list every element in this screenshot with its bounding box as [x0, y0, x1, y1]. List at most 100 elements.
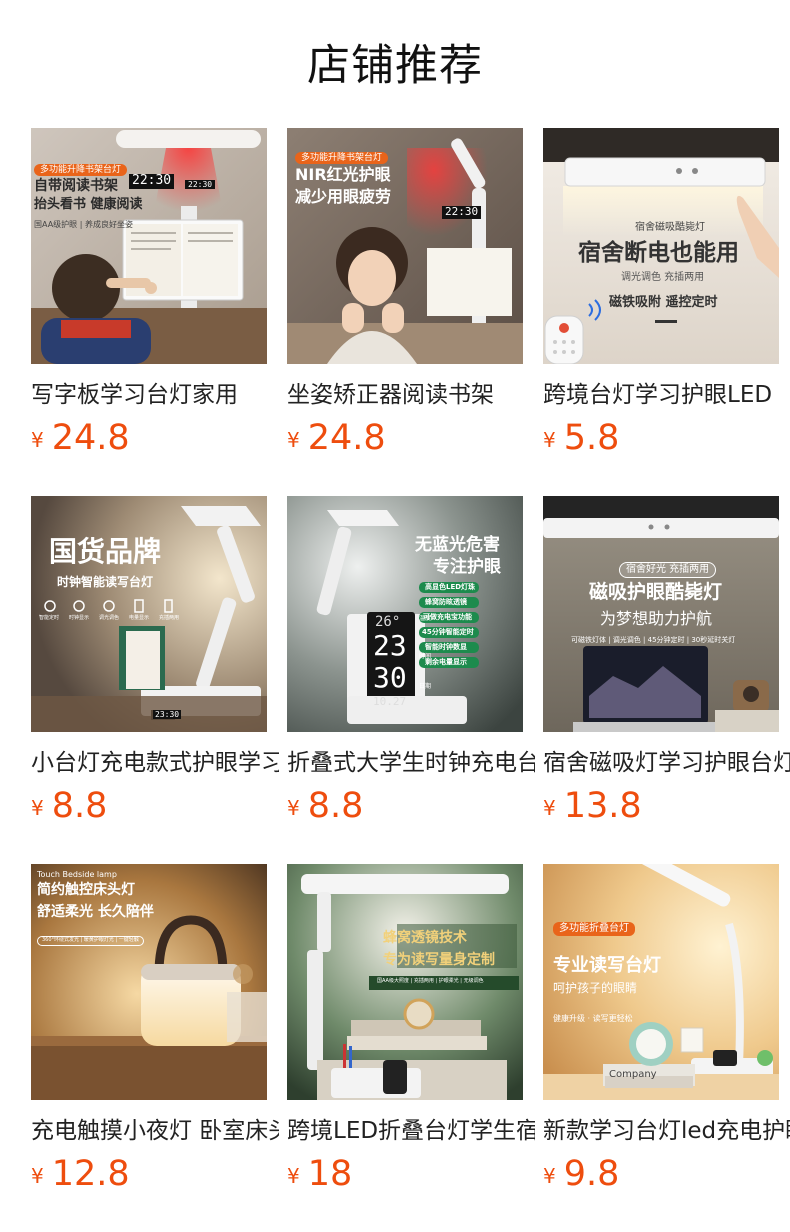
feature-badge: 剩余电量显示 [425, 658, 467, 666]
product-image[interactable]: 国货品牌 时钟智能读写台灯 智能定时 时钟显示 调光调色 电量显示 充插两用 2… [31, 496, 267, 732]
price-value: 24.8 [51, 418, 130, 458]
product-card[interactable]: Touch Bedside lamp 简约触控床头灯 舒适柔光 长久陪伴 360… [31, 864, 279, 1194]
product-image[interactable]: 宿舍好光 充插两用 磁吸护眼酷毙灯 为梦想助力护航 可磁铁灯体 | 调光调色 |… [543, 496, 779, 732]
currency-symbol: ¥ [287, 796, 300, 820]
product-name[interactable]: 写字板学习台灯家用 [31, 378, 279, 412]
side-label: 温度 [419, 615, 432, 622]
image-headline: 无蓝光危害 [415, 535, 500, 555]
product-price: ¥18 [287, 1152, 352, 1196]
image-subheadline: 专注护眼 [433, 557, 501, 577]
feature-label: 调光调色 [99, 615, 120, 621]
image-tag: 多功能折叠台灯 [553, 922, 635, 936]
feature-label: 智能定时 [39, 615, 60, 621]
image-note: 国AA级大照度 | 充插两用 | 护眼柔光 | 无级调色 [377, 978, 484, 984]
product-name[interactable]: 跨境LED折叠台灯学生宿舍 [287, 1114, 535, 1148]
page-title: 店铺推荐 [307, 41, 483, 91]
image-tag: 多功能升降书架台灯 [34, 164, 128, 177]
image-pill: 宿舍好光 充插两用 [619, 562, 717, 578]
feature-label: 时钟显示 [69, 615, 90, 621]
currency-symbol: ¥ [287, 428, 300, 452]
image-headline: 国货品牌 [49, 535, 162, 568]
image-subheadline: 调光调色 充插两用 [621, 272, 705, 283]
feature-label: 充插两用 [159, 615, 180, 621]
product-card[interactable]: 宿舍好光 充插两用 磁吸护眼酷毙灯 为梦想助力护航 可磁铁灯体 | 调光调色 |… [543, 496, 790, 826]
clock-display: 22:30 [442, 205, 482, 219]
currency-symbol: ¥ [31, 428, 44, 452]
image-subheadline: 专为读写量身定制 [383, 952, 495, 968]
clock-display: 23:30 [153, 710, 182, 720]
image-subheadline: 舒适柔光 长久陪伴 [37, 904, 154, 920]
product-card[interactable]: 宿舍磁吸酷毙灯 宿舍断电也能用 调光调色 充插两用 磁铁吸附 遥控定时 跨境台灯… [543, 128, 779, 458]
price-value: 8.8 [51, 786, 108, 826]
product-card[interactable]: 多功能升降书架台灯 自带阅读书架 抬头看书 健康阅读 国AA级护眼 | 养成良好… [31, 128, 267, 458]
image-headline: 专业读写台灯 [553, 955, 661, 976]
image-subheadline: 抬头看书 健康阅读 [34, 197, 143, 212]
image-tag: 多功能升降书架台灯 [295, 152, 389, 165]
product-name[interactable]: 新款学习台灯led充电护眼 [543, 1114, 790, 1148]
product-card[interactable]: 蜂窝透镜技术 专为读写量身定制 国AA级大照度 | 充插两用 | 护眼柔光 | … [287, 864, 535, 1194]
product-card[interactable]: 多功能折叠台灯 专业读写台灯 呵护孩子的眼睛 健康升级 · 读写更轻松 Comp… [543, 864, 790, 1194]
product-card[interactable]: 国货品牌 时钟智能读写台灯 智能定时 时钟显示 调光调色 电量显示 充插两用 2… [31, 496, 279, 826]
product-card[interactable]: 多功能升降书架台灯 NIR红光护眼 减少用眼疲劳 22:30 坐姿矫正器阅读书架… [287, 128, 523, 458]
feature-badge: 高显色LED灯珠 [425, 583, 476, 591]
image-headline: 蜂窝透镜技术 [383, 930, 467, 946]
product-image[interactable]: 多功能升降书架台灯 自带阅读书架 抬头看书 健康阅读 国AA级护眼 | 养成良好… [31, 128, 267, 364]
image-note: 360°环绕式发光 | 暖黄护眼灯光 | 一键轻触 [37, 936, 144, 946]
image-note: 宿舍磁吸酷毙灯 [635, 222, 705, 233]
price-value: 8.8 [307, 786, 364, 826]
image-headline: NIR红光护眼 [295, 165, 391, 184]
clock-minute: 30 [373, 661, 407, 694]
image-footline: 磁铁吸附 遥控定时 [609, 295, 718, 310]
product-image[interactable]: 宿舍磁吸酷毙灯 宿舍断电也能用 调光调色 充插两用 磁铁吸附 遥控定时 [543, 128, 779, 364]
product-price: ¥24.8 [287, 416, 386, 460]
image-headline: 简约触控床头灯 [37, 882, 135, 898]
clock-hour: 23 [373, 629, 407, 662]
store-recommendations-page: 店铺推荐 多功能升降书架台灯 自带阅读书架 抬头看书 健康阅读 国AA级护眼 |… [0, 0, 790, 1232]
image-subheadline: 为梦想助力护航 [600, 609, 713, 628]
image-note: 健康升级 · 读写更轻松 [553, 1014, 633, 1023]
price-value: 13.8 [563, 786, 642, 826]
product-name[interactable]: 坐姿矫正器阅读书架 [287, 378, 535, 412]
feature-badge: 蜂窝防眩透镜 [425, 598, 467, 606]
currency-symbol: ¥ [31, 1164, 44, 1188]
currency-symbol: ¥ [31, 796, 44, 820]
price-value: 12.8 [51, 1154, 130, 1194]
image-headline: 自带阅读书架 [34, 178, 118, 194]
product-name[interactable]: 折叠式大学生时钟充电台灯 [287, 746, 535, 780]
product-name[interactable]: 小台灯充电款式护眼学习 [31, 746, 279, 780]
product-price: ¥9.8 [543, 1152, 619, 1196]
bedside-night-light-photo [31, 864, 267, 1100]
product-price: ¥24.8 [31, 416, 130, 460]
product-price: ¥8.8 [31, 784, 107, 828]
product-name[interactable]: 跨境台灯学习护眼LED [543, 378, 790, 412]
product-image[interactable]: 多功能升降书架台灯 NIR红光护眼 减少用眼疲劳 22:30 [287, 128, 523, 364]
image-headline: 宿舍断电也能用 [578, 240, 739, 266]
image-subheadline: 呵护孩子的眼睛 [553, 981, 638, 995]
product-image[interactable]: 无蓝光危害 专注护眼 高显色LED灯珠 蜂窝防眩透镜 可做充电宝功能 45分钟智… [287, 496, 523, 732]
clock-display-small: 22:30 [185, 180, 216, 190]
image-tiny-caption: Touch Bedside lamp [37, 870, 117, 879]
feature-label: 电量显示 [129, 615, 150, 621]
folding-clock-lamp-photo [31, 496, 267, 732]
side-label: 时间 [419, 653, 432, 660]
side-label: 日期 [419, 683, 432, 690]
product-name[interactable]: 宿舍磁吸灯学习护眼台灯 [543, 746, 790, 780]
price-value: 9.8 [563, 1154, 620, 1194]
price-value: 18 [307, 1154, 353, 1194]
price-value: 5.8 [563, 418, 620, 458]
image-headline: 磁吸护眼酷毙灯 [589, 581, 723, 603]
currency-symbol: ¥ [287, 1164, 300, 1188]
image-note: 可磁铁灯体 | 调光调色 | 45分钟定时 | 30秒延时关灯 [571, 636, 736, 644]
product-name[interactable]: 充电触摸小夜灯 卧室床头 [31, 1114, 279, 1148]
product-image[interactable]: 蜂窝透镜技术 专为读写量身定制 国AA级大照度 | 充插两用 | 护眼柔光 | … [287, 864, 523, 1100]
product-image[interactable]: 多功能折叠台灯 专业读写台灯 呵护孩子的眼睛 健康升级 · 读写更轻松 Comp… [543, 864, 779, 1100]
product-price: ¥13.8 [543, 784, 642, 828]
product-price: ¥5.8 [543, 416, 619, 460]
clock-temperature: 26° [375, 614, 401, 630]
image-subheadline: 时钟智能读写台灯 [57, 575, 154, 589]
currency-symbol: ¥ [543, 796, 556, 820]
currency-symbol: ¥ [543, 1164, 556, 1188]
product-image[interactable]: Touch Bedside lamp 简约触控床头灯 舒适柔光 长久陪伴 360… [31, 864, 267, 1100]
product-card[interactable]: 无蓝光危害 专注护眼 高显色LED灯珠 蜂窝防眩透镜 可做充电宝功能 45分钟智… [287, 496, 535, 826]
clock-display: 22:30 [129, 173, 175, 189]
